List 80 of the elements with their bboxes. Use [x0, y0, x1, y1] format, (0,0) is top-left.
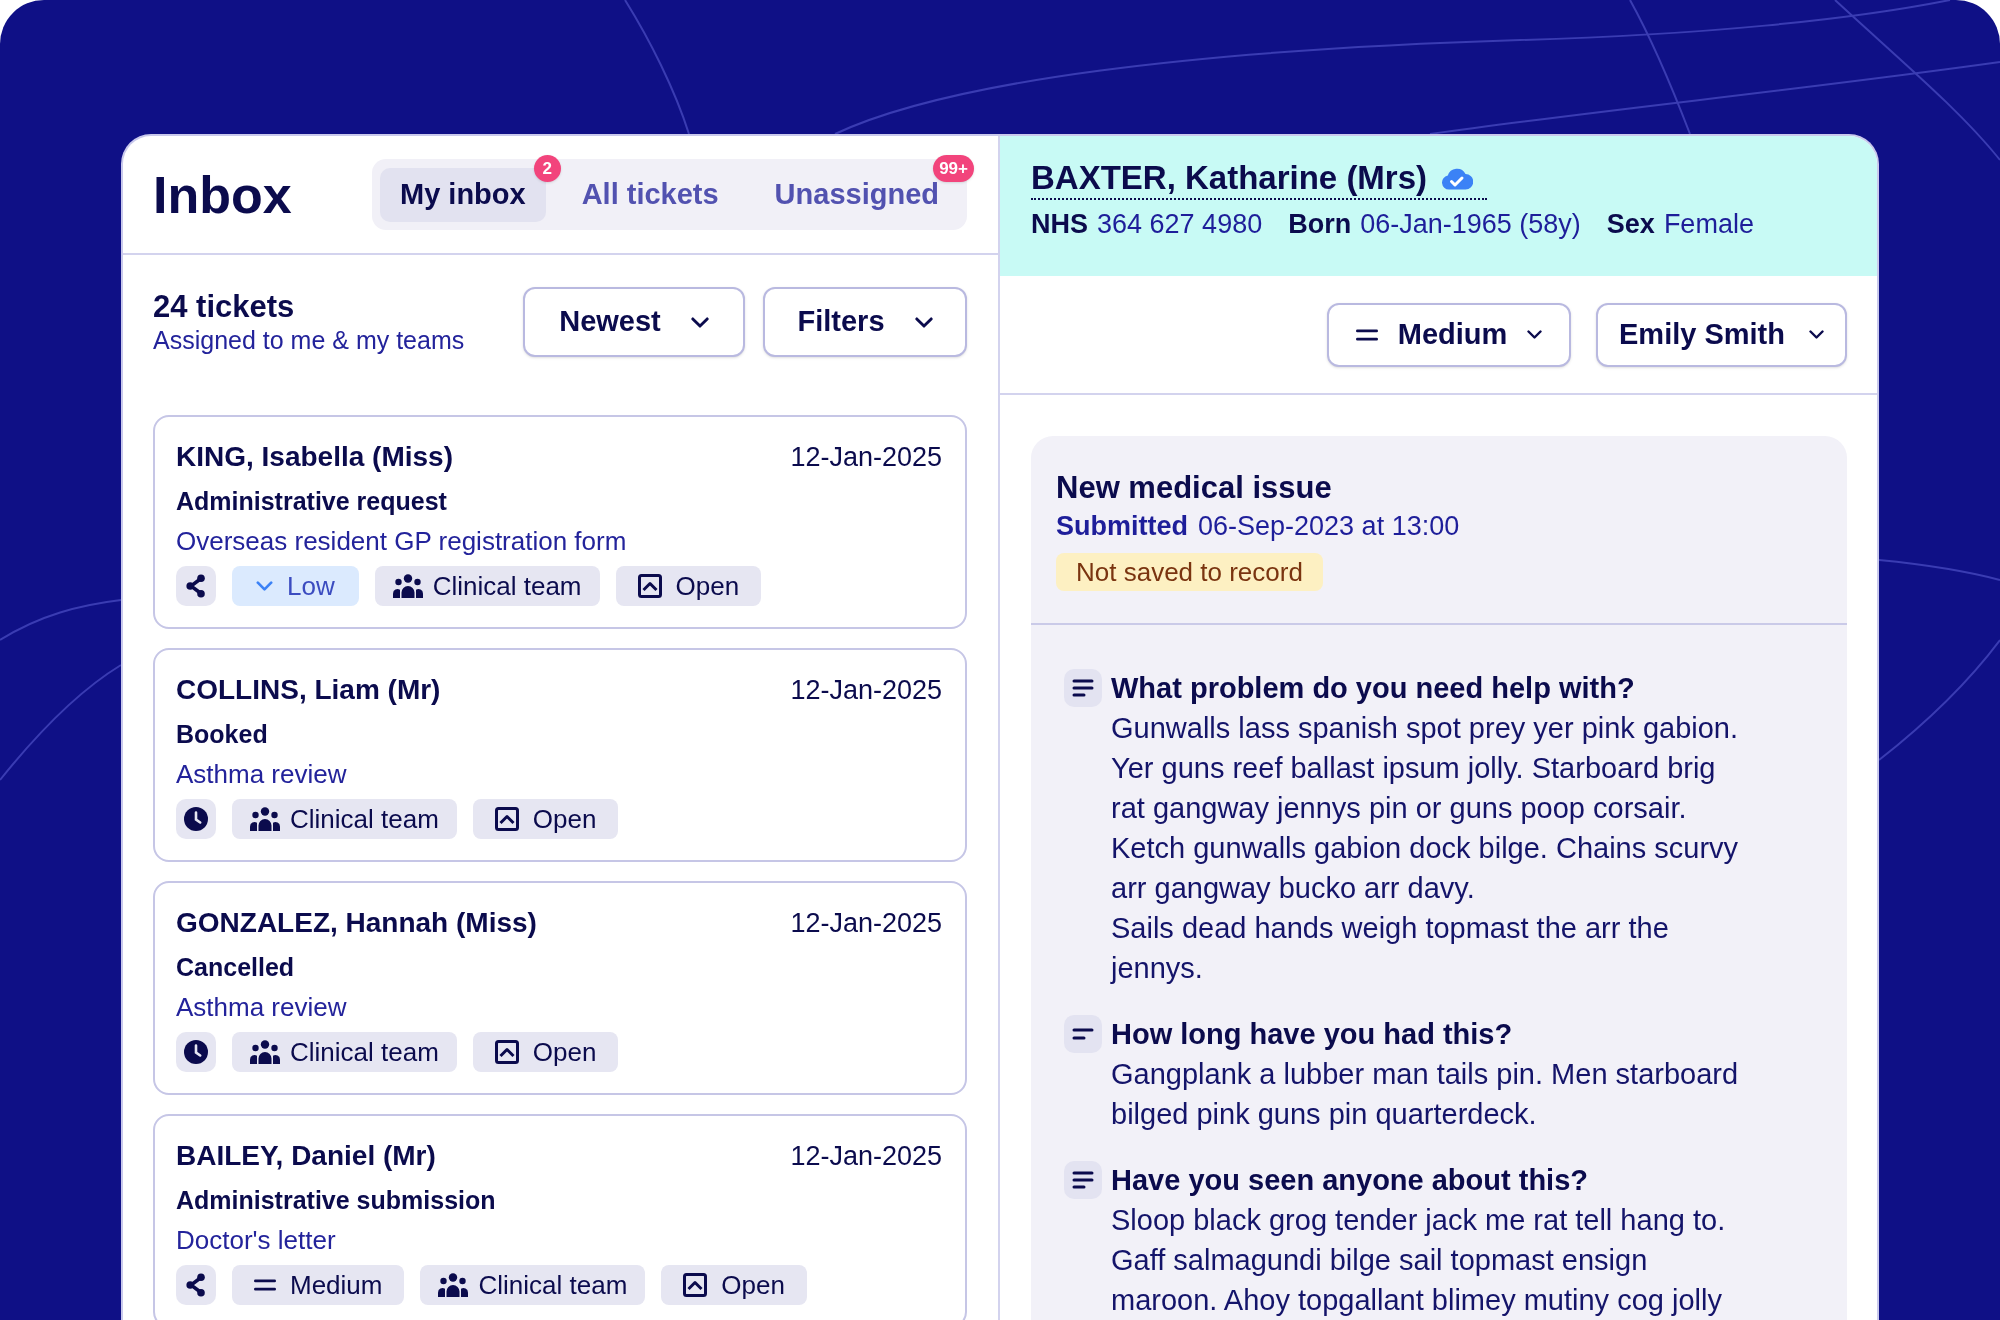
detail-value: 364 627 4980	[1097, 208, 1263, 241]
team-name: Clinical team	[290, 806, 439, 832]
text-lines-icon	[1064, 1015, 1102, 1053]
square-chevron-icon	[494, 807, 519, 831]
team-name: Clinical team	[290, 1039, 439, 1065]
count-badge: 2	[533, 154, 561, 182]
submitted-label: Submitted	[1056, 510, 1188, 542]
text-lines-icon	[1064, 669, 1102, 707]
detail-label: Born	[1288, 208, 1352, 241]
answer-text: Gangplank a lubber man tails pin. Men starboard bilged pink guns pin quarterdeck.	[1111, 1057, 1740, 1132]
question-text: How long have you had this?	[1111, 1017, 1514, 1052]
answer-text: Sails dead hands weigh topmast the arr the jennys.	[1111, 911, 1670, 986]
ticket-type: Booked	[176, 719, 268, 750]
patient-name: BAILEY, Daniel (Mr)	[176, 1140, 436, 1172]
ticket-count: 24 tickets	[153, 289, 296, 325]
submitted-date: 06-Sep-2023 at 13:00	[1198, 510, 1460, 542]
ticket-card[interactable]: BAILEY, Daniel (Mr) 12-Jan-2025 Administrative submission Doctor's letter Medium Clinical team Open	[153, 1114, 967, 1320]
chevron-down-icon	[1809, 330, 1824, 339]
ticket-date: 12-Jan-2025	[790, 441, 942, 473]
status-label: Open	[532, 806, 597, 832]
tab[interactable]: All tickets	[561, 167, 739, 222]
ticket-description: Overseas resident GP registration form	[176, 525, 627, 557]
ticket-type: Administrative submission	[176, 1185, 496, 1216]
status-label: Open	[532, 1039, 597, 1065]
patient-name: KING, Isabella (Miss)	[176, 441, 453, 473]
priority-label: Low	[287, 573, 335, 599]
filters-dropdown[interactable]: Filters	[763, 287, 967, 357]
chevron-down-icon	[1527, 330, 1543, 339]
detail-value: 06-Jan-1965 (58y)	[1360, 208, 1581, 241]
ticket-list-subtitle: Assigned to me & my teams	[153, 325, 465, 355]
count-badge: 99+	[933, 154, 974, 182]
ticket-card[interactable]: GONZALEZ, Hannah (Miss) 12-Jan-2025 Cancelled Asthma review Clinical team Open	[153, 881, 967, 1095]
submission-title: New medical issue	[1056, 471, 1333, 505]
text-lines-icon	[1064, 1161, 1102, 1199]
detail-label: NHS	[1031, 208, 1088, 241]
patient-name: GONZALEZ, Hannah (Miss)	[176, 907, 537, 939]
ticket-type: Administrative request	[176, 486, 447, 517]
team-name: Clinical team	[432, 573, 582, 599]
people-icon	[250, 1040, 280, 1064]
ticket-card[interactable]: KING, Isabella (Miss) 12-Jan-2025 Administrative request Overseas resident GP registration form Low Clinical team Open	[153, 415, 967, 629]
ticket-description: Asthma review	[176, 758, 347, 790]
answer-text: Gunwalls lass spanish spot prey yer pink gabion. Yer guns reef ballast ipsum jolly. Starboard brig rat gangway jennys pin or guns poop corsair. Ketch gunwalls gabion dock bilge. Chains scurvy arr gangway bucko arr davy.	[1111, 711, 1740, 906]
double-line-icon	[254, 1279, 276, 1291]
people-icon	[438, 1273, 469, 1297]
question-text: Have you seen anyone about this?	[1111, 1163, 1589, 1198]
chevron-down-icon	[256, 581, 273, 591]
inbox-title: Inbox	[153, 168, 292, 221]
record-status-tag: Not saved to record	[1056, 553, 1323, 591]
assignee-dropdown[interactable]: Emily Smith	[1596, 302, 1847, 367]
ticket-description: Doctor's letter	[176, 1224, 336, 1256]
double-line-icon	[1355, 328, 1378, 341]
share-icon	[176, 1265, 216, 1305]
square-chevron-icon	[494, 1040, 519, 1064]
clock-icon	[176, 1032, 216, 1072]
people-icon	[392, 574, 423, 598]
sort-dropdown[interactable]: Newest	[523, 287, 745, 357]
ticket-type: Cancelled	[176, 952, 295, 983]
priority-label: Medium	[290, 1272, 383, 1298]
ticket-card[interactable]: COLLINS, Liam (Mr) 12-Jan-2025 Booked Asthma review Clinical team Open	[153, 648, 967, 862]
square-chevron-icon	[683, 1273, 708, 1297]
people-icon	[250, 807, 280, 831]
share-icon	[176, 566, 216, 606]
priority-dropdown[interactable]: Medium	[1327, 302, 1571, 367]
ticket-description: Asthma review	[176, 991, 347, 1023]
detail-label: Sex	[1606, 208, 1655, 241]
patient-name[interactable]: BAXTER, Katharine (Mrs)	[1031, 158, 1428, 198]
question-text: What problem do you need help with?	[1111, 671, 1636, 706]
status-label: Open	[721, 1272, 785, 1298]
ticket-date: 12-Jan-2025	[790, 1140, 942, 1172]
clock-icon	[176, 799, 216, 839]
chevron-down-icon	[690, 316, 709, 328]
ticket-date: 12-Jan-2025	[790, 907, 942, 939]
ticket-date: 12-Jan-2025	[790, 674, 942, 706]
status-label: Open	[675, 573, 740, 599]
detail-value: Female	[1663, 208, 1754, 241]
answer-text: Sloop black grog tender jack me rat tell hang to. Gaff salmagundi bilge sail topmast ensign maroon. Ahoy topgallant blimey mutiny cog jolly	[1111, 1203, 1727, 1318]
square-chevron-icon	[637, 574, 662, 598]
team-name: Clinical team	[478, 1272, 628, 1298]
patient-name: COLLINS, Liam (Mr)	[176, 674, 441, 706]
chevron-down-icon	[914, 316, 933, 328]
